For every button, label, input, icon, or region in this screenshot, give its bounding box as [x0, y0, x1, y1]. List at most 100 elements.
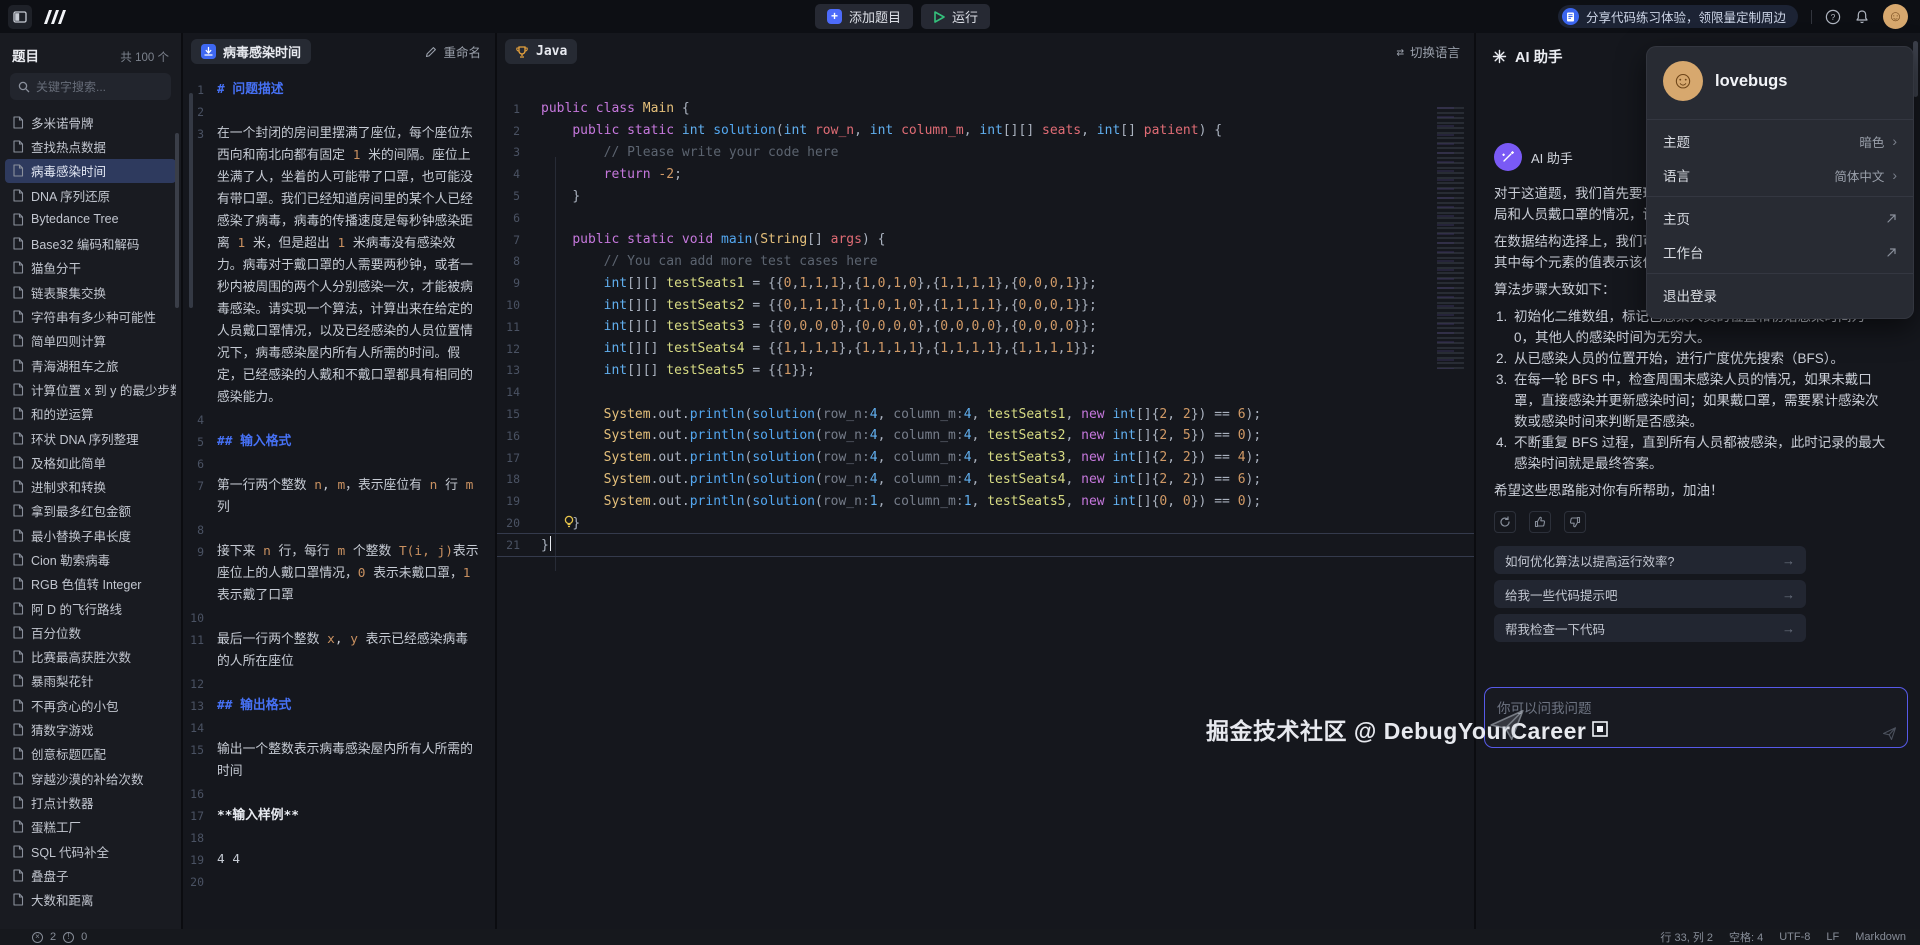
- sidebar-item[interactable]: 计算位置 x 到 y 的最少步数: [5, 377, 176, 401]
- external-link-icon: [1886, 247, 1897, 258]
- switch-language-button[interactable]: ⇄ 切换语言: [1396, 42, 1460, 61]
- thumbs-up-icon[interactable]: [1529, 511, 1551, 533]
- code-line: 5 }: [497, 185, 1474, 207]
- panel-left-icon: [13, 10, 27, 24]
- sidebar-item[interactable]: Base32 编码和解码: [5, 231, 176, 255]
- status-segment[interactable]: LF: [1826, 931, 1839, 943]
- sidebar-item-label: 穿越沙漠的补给次数: [31, 769, 144, 788]
- sidebar-title: 题目: [12, 45, 39, 65]
- sidebar-item[interactable]: 青海湖租车之旅: [5, 353, 176, 377]
- code-minimap[interactable]: [1437, 107, 1464, 369]
- sidebar-item[interactable]: 最小替换子串长度: [5, 523, 176, 547]
- sidebar-item[interactable]: 蛋糕工厂: [5, 815, 176, 839]
- sidebar-item[interactable]: DNA 序列还原: [5, 183, 176, 207]
- code-line: 8 // You can add more test cases here: [497, 251, 1474, 273]
- menu-item-logout[interactable]: 退出登录: [1647, 278, 1913, 312]
- sidebar-item[interactable]: 阿 D 的飞行路线: [5, 596, 176, 620]
- language-tab-java[interactable]: Java: [505, 39, 577, 64]
- sidebar-item[interactable]: 创意标题匹配: [5, 742, 176, 766]
- problem-tab[interactable]: 病毒感染时间: [191, 39, 311, 64]
- sidebar-item[interactable]: 比赛最高获胜次数: [5, 645, 176, 669]
- sidebar-item[interactable]: 环状 DNA 序列整理: [5, 426, 176, 450]
- sidebar-item[interactable]: 百分位数: [5, 620, 176, 644]
- code-line: 15 System.out.println(solution(row_n:4, …: [497, 403, 1474, 425]
- sidebar-item[interactable]: 链表聚集交换: [5, 280, 176, 304]
- chip-label: 给我一些代码提示吧: [1505, 585, 1618, 604]
- line-number: 12: [497, 342, 541, 356]
- pencil-icon: [425, 46, 437, 58]
- sidebar-item-label: 阿 D 的飞行路线: [31, 599, 122, 618]
- sidebar-item[interactable]: 简单四则计算: [5, 329, 176, 353]
- sidebar-item[interactable]: 暴雨梨花针: [5, 669, 176, 693]
- user-avatar[interactable]: ☺: [1883, 4, 1908, 29]
- document-icon: [12, 893, 24, 906]
- line-number: 11: [497, 320, 541, 334]
- sidebar-item[interactable]: 大数和距离: [5, 888, 176, 912]
- sidebar-item[interactable]: 病毒感染时间: [5, 159, 176, 183]
- status-segment[interactable]: UTF-8: [1779, 931, 1810, 943]
- promo-banner[interactable]: 分享代码练习体验，领限量定制周边: [1558, 5, 1798, 28]
- line-number: 5: [183, 431, 217, 453]
- sidebar-item[interactable]: Cion 勒索病毒: [5, 547, 176, 571]
- notification-bell-icon[interactable]: [1854, 9, 1870, 25]
- sidebar-toggle-button[interactable]: [8, 5, 32, 29]
- line-number: 10: [497, 298, 541, 312]
- menu-item-home[interactable]: 主页: [1647, 201, 1913, 235]
- code-line: 17 System.out.println(solution(row_n:4, …: [497, 447, 1474, 469]
- line-number: 2: [497, 124, 541, 138]
- document-icon: [12, 237, 24, 250]
- run-button[interactable]: 运行: [921, 4, 990, 29]
- line-number: 17: [497, 451, 541, 465]
- sidebar-item[interactable]: RGB 色值转 Integer: [5, 572, 176, 596]
- send-icon[interactable]: [1882, 726, 1897, 741]
- search-box[interactable]: [10, 73, 171, 100]
- app-logo[interactable]: [42, 8, 68, 26]
- ai-suggestion-chip[interactable]: 如何优化算法以提高运行效率?→: [1494, 546, 1806, 574]
- regenerate-icon[interactable]: [1494, 511, 1516, 533]
- sidebar-item[interactable]: SQL 代码补全: [5, 839, 176, 863]
- status-segment[interactable]: 行 33, 列 2: [1660, 929, 1713, 945]
- chip-label: 帮我检查一下代码: [1505, 619, 1605, 638]
- sidebar-item[interactable]: 穿越沙漠的补给次数: [5, 766, 176, 790]
- thumbs-down-icon[interactable]: [1564, 511, 1586, 533]
- document-icon: [12, 820, 24, 833]
- ai-suggestion-chip[interactable]: 帮我检查一下代码→: [1494, 614, 1806, 642]
- sidebar-item[interactable]: 不再贪心的小包: [5, 693, 176, 717]
- sidebar-item[interactable]: 和的逆运算: [5, 402, 176, 426]
- add-problem-button[interactable]: + 添加题目: [815, 4, 913, 29]
- sidebar-item[interactable]: 及格如此简单: [5, 450, 176, 474]
- markdown-editor[interactable]: 1# 问题描述23在一个封闭的房间里摆满了座位，每个座位东西向和南北向都有固定 …: [183, 70, 495, 893]
- document-icon: [12, 456, 24, 469]
- sidebar-item[interactable]: Bytedance Tree: [5, 207, 176, 231]
- sidebar-item[interactable]: 打点计数器: [5, 790, 176, 814]
- code-line: 12 int[][] testSeats4 = {{1,1,1,1},{1,1,…: [497, 338, 1474, 360]
- sidebar-item[interactable]: 猜数字游戏: [5, 717, 176, 741]
- help-icon[interactable]: ?: [1825, 9, 1841, 25]
- line-number: 18: [183, 827, 217, 849]
- line-number: 5: [497, 189, 541, 203]
- sidebar-scrollbar[interactable]: [175, 133, 179, 308]
- sidebar-item[interactable]: 多米诺骨牌: [5, 110, 176, 134]
- menu-item-language[interactable]: 语言 简体中文›: [1647, 158, 1913, 192]
- menu-item-theme[interactable]: 主题 暗色›: [1647, 124, 1913, 158]
- markdown-line: 5## 输入格式: [183, 431, 495, 453]
- ai-suggestion-chip[interactable]: 给我一些代码提示吧→: [1494, 580, 1806, 608]
- markdown-line: 3在一个封闭的房间里摆满了座位，每个座位东西向和南北向都有固定 1 米的间隔。座…: [183, 123, 495, 409]
- menu-item-workspace[interactable]: 工作台: [1647, 235, 1913, 269]
- sidebar-item[interactable]: 叠盘子: [5, 863, 176, 887]
- description-scrollbar[interactable]: [189, 93, 193, 308]
- warnings-icon: !: [63, 932, 74, 943]
- lightbulb-icon[interactable]: [563, 515, 575, 529]
- line-number: 17: [183, 805, 217, 827]
- sidebar-item[interactable]: 拿到最多红包金额: [5, 499, 176, 523]
- search-input[interactable]: [36, 80, 156, 94]
- code-editor[interactable]: 1public class Main {2 public static int …: [497, 70, 1474, 556]
- sidebar-item[interactable]: 字符串有多少种可能性: [5, 304, 176, 328]
- status-segment[interactable]: Markdown: [1855, 931, 1906, 943]
- sidebar-item[interactable]: 进制求和转换: [5, 474, 176, 498]
- rename-button[interactable]: 重命名: [425, 42, 481, 61]
- markdown-line: 15输出一个整数表示病毒感染屋内所有人所需的时间: [183, 739, 495, 783]
- sidebar-item[interactable]: 查找热点数据: [5, 134, 176, 158]
- sidebar-item[interactable]: 猫鱼分干: [5, 256, 176, 280]
- status-segment[interactable]: 空格: 4: [1729, 929, 1763, 945]
